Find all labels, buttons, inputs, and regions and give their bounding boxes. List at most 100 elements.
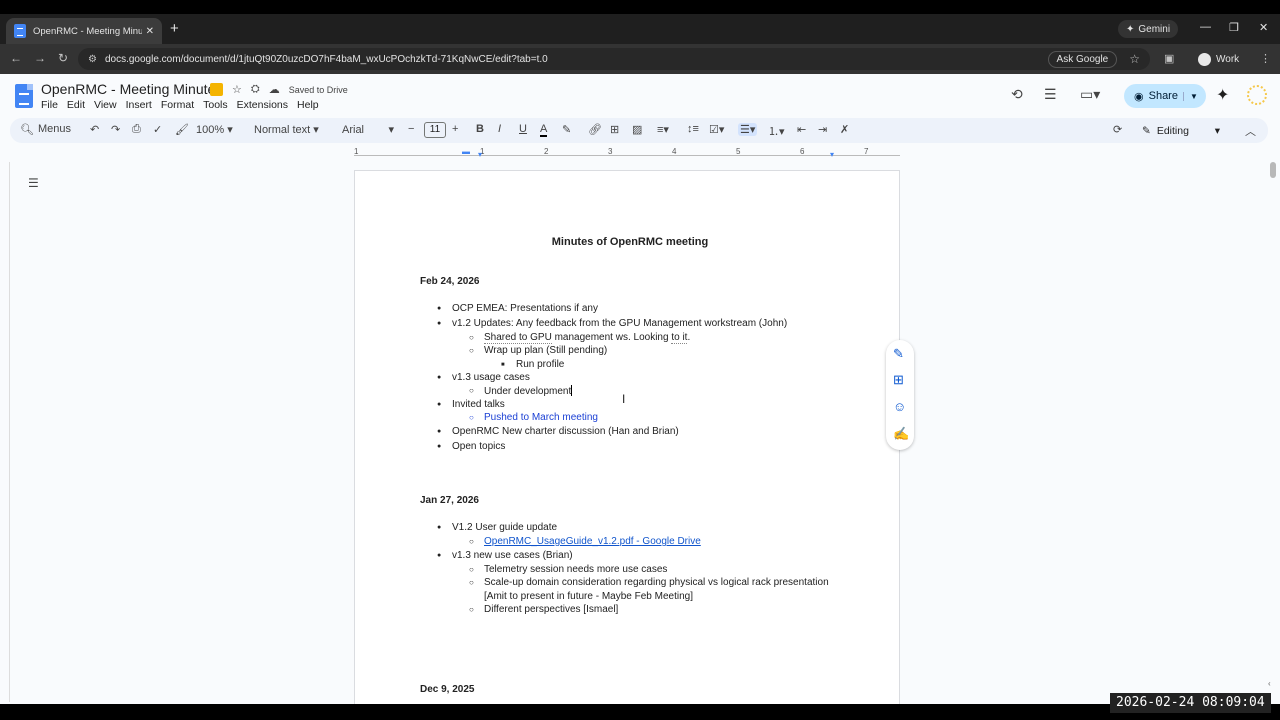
menu-view[interactable]: View — [94, 99, 117, 111]
document-outline-icon[interactable]: ☰ — [28, 176, 39, 190]
tab-title: OpenRMC - Meeting Minute — [33, 25, 142, 37]
menu-tools[interactable]: Tools — [203, 99, 228, 111]
right-indent-icon[interactable]: ▾ — [830, 150, 834, 159]
underline-icon[interactable]: U — [519, 123, 527, 135]
style-select[interactable]: Normal text ▾ — [254, 123, 319, 136]
suggested-text[interactable]: Shared to GPU — [484, 332, 552, 344]
omnibox[interactable]: ⚙ docs.google.com/document/d/1jtuQt90Z0u… — [78, 48, 1150, 70]
numbered-list-icon[interactable]: ⒈▾ — [768, 123, 785, 139]
drive-file-link[interactable]: OpenRMC_UsageGuide_v1.2.pdf - Google Dri… — [484, 536, 701, 547]
ask-google-button[interactable]: Ask Google — [1047, 50, 1118, 68]
vertical-ruler[interactable] — [0, 162, 10, 702]
menu-format[interactable]: Format — [161, 99, 194, 111]
font-select[interactable]: Arial ▾ — [342, 123, 394, 136]
italic-icon[interactable]: I — [498, 123, 501, 135]
list-item: OpenRMC_UsageGuide_v1.2.pdf - Google Dri… — [469, 536, 701, 547]
search-menus[interactable]: 🔍︎ Menus — [20, 123, 71, 136]
url-text[interactable]: docs.google.com/document/d/1jtuQt90Z0uzc… — [105, 54, 1048, 65]
slides-badge-icon[interactable] — [210, 83, 223, 96]
ruler-number: 5 — [736, 147, 741, 156]
list-item-text: Under development — [484, 386, 572, 397]
menu-insert[interactable]: Insert — [126, 99, 152, 111]
site-info-icon[interactable]: ⚙ — [88, 54, 97, 65]
list-item: Open topics — [437, 441, 505, 452]
document-page[interactable]: Minutes of OpenRMC meeting Feb 24, 2026 … — [354, 170, 900, 704]
text-color-icon[interactable]: A — [540, 123, 548, 137]
zoom-select[interactable]: 100% ▾ — [196, 123, 233, 136]
collapse-menus-icon[interactable]: ︿ — [1245, 123, 1256, 139]
new-tab-icon[interactable]: + — [170, 20, 179, 37]
scroll-down-icon[interactable]: ‹ — [1268, 679, 1271, 688]
checklist-icon[interactable]: ☑▾ — [709, 123, 724, 136]
version-history-icon[interactable]: ⟲ — [1011, 86, 1023, 103]
indent-marker-icon[interactable]: ▬ — [462, 147, 470, 156]
font-size-input[interactable]: 11 — [424, 122, 446, 138]
list-item-text: . — [687, 332, 691, 343]
gemini-icon[interactable]: ✦ — [1216, 85, 1229, 105]
close-tab-icon[interactable]: ✕ — [146, 26, 154, 37]
list-item: Invited talks — [437, 399, 505, 410]
meet-icon[interactable]: ▭▾ — [1080, 86, 1100, 103]
edit-with-gemini-icon[interactable]: ✎ — [893, 346, 904, 362]
bookmark-star-icon[interactable]: ☆ — [1129, 52, 1140, 66]
bold-icon[interactable]: B — [476, 123, 484, 135]
redo-icon[interactable]: ↷ — [111, 123, 120, 136]
print-icon[interactable]: ⎙ — [132, 123, 141, 136]
forward-icon[interactable]: → — [34, 51, 46, 65]
link-icon[interactable]: 🔗︎ — [588, 123, 602, 136]
decrease-font-icon[interactable]: − — [408, 123, 414, 135]
profile-button[interactable]: Work — [1198, 49, 1239, 69]
menu-help[interactable]: Help — [297, 99, 319, 111]
bulleted-list-icon[interactable]: ☰▾ — [738, 123, 758, 136]
move-folder-icon[interactable]: ⛭ — [251, 83, 260, 96]
increase-indent-icon[interactable]: ⇥ — [818, 123, 827, 136]
gemini-edit-icon[interactable]: ⟳ — [1113, 123, 1122, 136]
add-comment-icon[interactable]: ⊞ — [893, 372, 904, 388]
editing-mode-select[interactable]: ✎ Editing ▾ — [1138, 121, 1228, 140]
browser-tab[interactable]: OpenRMC - Meeting Minute ✕ — [6, 18, 162, 44]
add-comment-icon[interactable]: ⊞ — [610, 123, 619, 136]
decrease-indent-icon[interactable]: ⇤ — [797, 123, 806, 136]
back-icon[interactable]: ← — [10, 51, 22, 65]
menu-file[interactable]: File — [41, 99, 58, 111]
align-icon[interactable]: ≡▾ — [657, 123, 669, 136]
menu-edit[interactable]: Edit — [67, 99, 85, 111]
document-title[interactable]: OpenRMC - Meeting Minutes — [41, 81, 222, 97]
highlight-icon[interactable]: ✎ — [562, 123, 571, 136]
minimize-icon[interactable]: — — [1200, 21, 1211, 33]
docs-logo-icon[interactable] — [15, 84, 33, 108]
first-line-indent-icon[interactable]: ▾ — [478, 150, 482, 159]
emoji-reaction-icon[interactable]: ☺ — [893, 399, 906, 414]
star-icon[interactable]: ☆ — [232, 83, 242, 96]
spellcheck-icon[interactable]: ✓ — [153, 123, 162, 136]
comments-icon[interactable]: ☰ — [1044, 86, 1057, 103]
reload-icon[interactable]: ↻ — [58, 51, 68, 65]
section-date: Dec 9, 2025 — [420, 684, 475, 695]
menu-bar: File Edit View Insert Format Tools Exten… — [41, 99, 319, 111]
search-menus-label: Menus — [37, 123, 71, 135]
share-dropdown-icon[interactable]: ▼ — [1182, 91, 1198, 101]
suggest-edits-icon[interactable]: ✍ — [893, 426, 909, 442]
side-panel-icon[interactable]: ▣ — [1164, 52, 1174, 65]
scrollbar-thumb[interactable] — [1270, 162, 1276, 178]
clear-formatting-icon[interactable]: ✗ — [840, 123, 849, 136]
list-item: v1.3 usage cases — [437, 372, 530, 383]
account-avatar[interactable] — [1247, 85, 1267, 105]
timestamp-overlay: 2026-02-24 08:09:04 — [1110, 693, 1271, 713]
increase-font-icon[interactable]: + — [452, 123, 458, 135]
menu-extensions[interactable]: Extensions — [237, 99, 288, 111]
cloud-saved-icon[interactable]: ☁ — [269, 83, 280, 96]
insert-image-icon[interactable]: ▨ — [632, 123, 642, 136]
section-date: Feb 24, 2026 — [420, 276, 480, 287]
close-window-icon[interactable]: ✕ — [1259, 21, 1268, 34]
ruler-number: 3 — [608, 147, 613, 156]
suggested-text[interactable]: to it — [671, 332, 688, 344]
restore-icon[interactable]: ❐ — [1229, 21, 1239, 34]
line-spacing-icon[interactable]: ↕≡ — [687, 123, 699, 135]
paint-format-icon[interactable]: 🖌︎ — [175, 123, 189, 136]
share-button[interactable]: ◉ Share ▼ — [1124, 84, 1206, 108]
gemini-button[interactable]: ✦ Gemini — [1118, 20, 1179, 38]
undo-icon[interactable]: ↶ — [90, 123, 99, 136]
horizontal-ruler[interactable]: 1 1 2 3 4 5 6 7 ▬ ▾ ▾ — [354, 147, 900, 159]
browser-menu-icon[interactable]: ⋮ — [1260, 52, 1271, 65]
